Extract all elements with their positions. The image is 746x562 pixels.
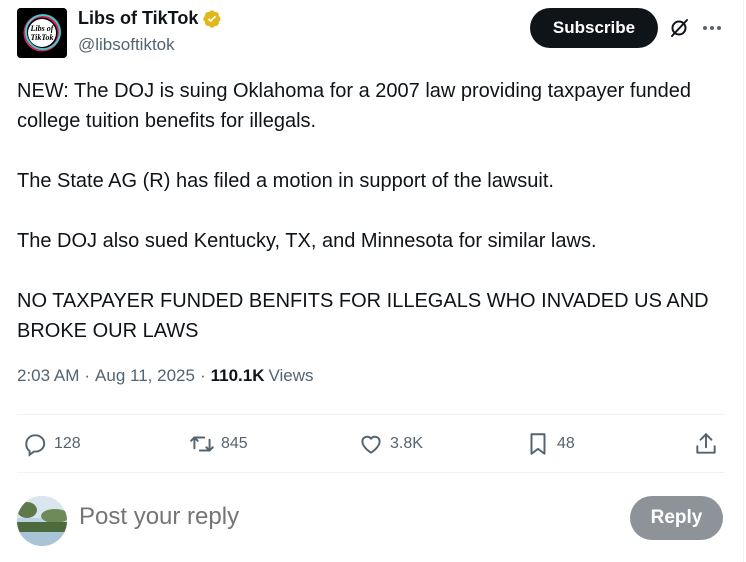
reply-action-button[interactable]: 128 <box>22 415 81 473</box>
avatar-text-line2: TikTok <box>31 33 54 42</box>
post-container: Libs of TikTok Libs of TikTok @libsoftik… <box>0 0 744 562</box>
subscribe-button[interactable]: Subscribe <box>530 8 658 48</box>
grok-icon[interactable] <box>668 16 692 40</box>
repost-action-button[interactable]: 845 <box>189 415 248 473</box>
reply-button[interactable]: Reply <box>630 496 723 540</box>
post-time[interactable]: 2:03 AM <box>17 366 79 386</box>
like-action-button[interactable]: 3.8K <box>358 415 423 473</box>
bookmark-count: 48 <box>557 435 575 452</box>
meta-separator: · <box>199 366 206 385</box>
heart-icon <box>361 435 381 454</box>
post-text: NEW: The DOJ is suing Oklahoma for a 200… <box>17 76 732 346</box>
post-date[interactable]: Aug 11, 2025 <box>95 366 195 386</box>
repost-count: 845 <box>221 435 248 452</box>
verified-badge-icon[interactable] <box>202 9 222 29</box>
author-display-name[interactable]: Libs of TikTok <box>78 8 198 29</box>
more-icon[interactable] <box>700 16 724 40</box>
avatar-text-line1: Libs of <box>30 24 55 33</box>
bookmark-action-button[interactable]: 48 <box>525 415 575 473</box>
author-avatar[interactable]: Libs of TikTok <box>17 8 67 58</box>
repost-icon <box>190 436 214 452</box>
share-icon <box>696 433 716 454</box>
post-paragraph: NEW: The DOJ is suing Oklahoma for a 200… <box>17 80 692 132</box>
action-bar: 128 845 3.8K 48 <box>0 415 744 473</box>
post-paragraph: The DOJ also sued Kentucky, TX, and Minn… <box>17 230 597 252</box>
post-meta: 2:03 AM · Aug 11, 2025 · 110.1K Views <box>17 366 314 386</box>
meta-separator: · <box>84 366 91 385</box>
views-count[interactable]: 110.1K <box>211 366 265 386</box>
post-paragraph: The State AG (R) has filed a motion in s… <box>17 170 554 192</box>
reply-count: 128 <box>54 435 81 452</box>
user-avatar[interactable] <box>17 496 67 546</box>
share-action-button[interactable] <box>693 415 719 473</box>
reply-input[interactable] <box>79 503 599 531</box>
post-paragraph: NO TAXPAYER FUNDED BENFITS FOR ILLEGALS … <box>17 290 709 342</box>
like-count: 3.8K <box>390 435 423 452</box>
reply-icon <box>25 434 46 457</box>
author-handle[interactable]: @libsoftiktok <box>78 35 175 55</box>
author-name-row: Libs of TikTok <box>78 8 222 29</box>
divider <box>17 472 725 473</box>
views-label: Views <box>268 366 314 385</box>
bookmark-icon <box>530 433 546 455</box>
